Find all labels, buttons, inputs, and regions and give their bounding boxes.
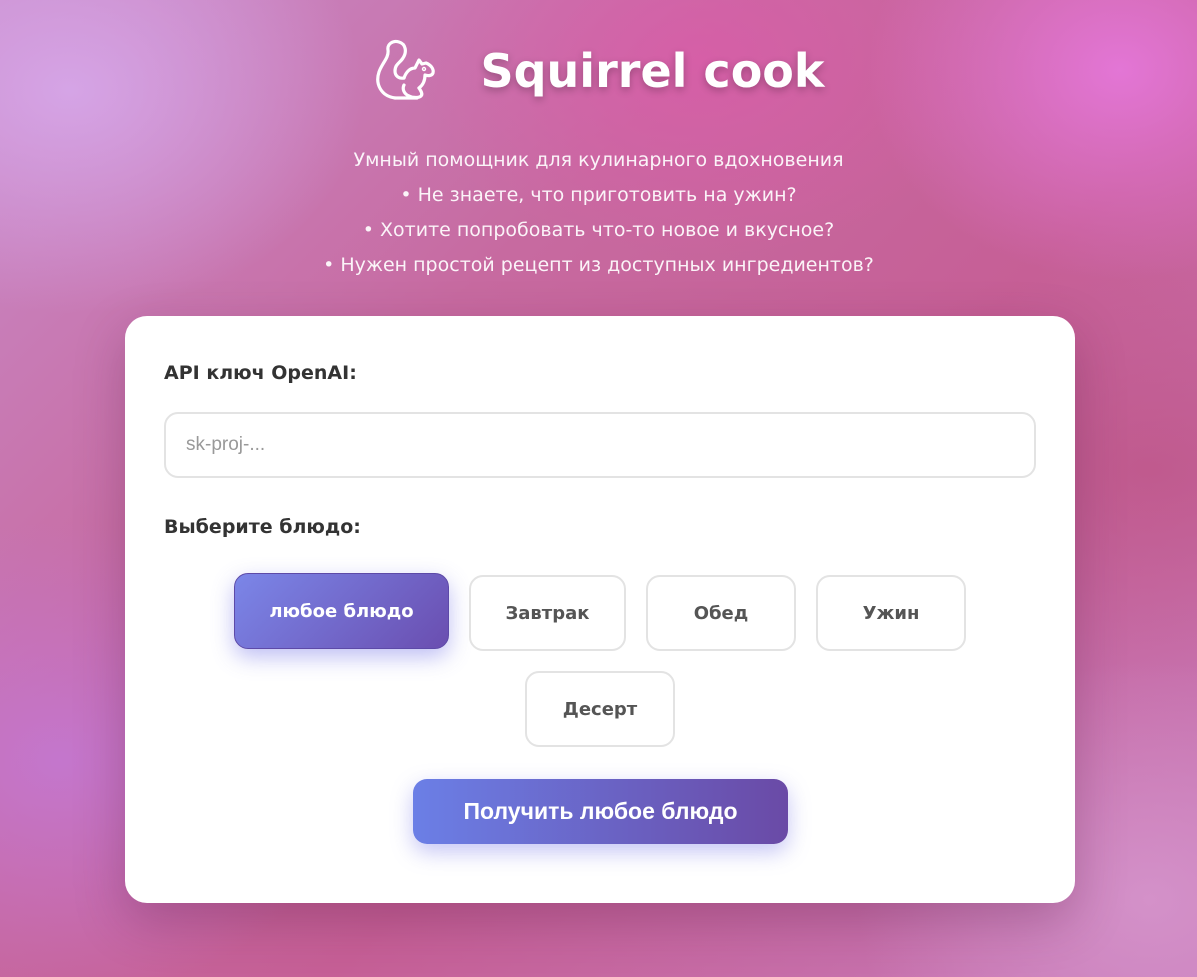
dish-label: Выберите блюдо: <box>164 516 361 538</box>
api-key-input[interactable] <box>164 412 1036 478</box>
dish-option-breakfast[interactable]: Завтрак <box>469 575 626 651</box>
get-dish-button[interactable]: Получить любое блюдо <box>413 779 788 844</box>
intro-line: Умный помощник для кулинарного вдохновен… <box>353 149 844 171</box>
intro-text: Умный помощник для кулинарного вдохновен… <box>0 143 1197 283</box>
squirrel-icon <box>375 39 435 100</box>
api-key-label: API ключ OpenAI: <box>164 362 357 384</box>
intro-line: • Нужен простой рецепт из доступных ингр… <box>323 254 874 276</box>
intro-line: • Не знаете, что приготовить на ужин? <box>400 184 797 206</box>
app-title: Squirrel cook <box>480 44 825 98</box>
dish-option-dinner[interactable]: Ужин <box>816 575 966 651</box>
dish-option-lunch[interactable]: Обед <box>646 575 796 651</box>
form-card: API ключ OpenAI: Выберите блюдо: любое б… <box>125 316 1075 903</box>
dish-option-dessert[interactable]: Десерт <box>525 671 675 747</box>
header: Squirrel cook <box>0 38 1197 104</box>
intro-line: • Хотите попробовать что-то новое и вкус… <box>362 219 835 241</box>
dish-option-any[interactable]: любое блюдо <box>234 573 449 649</box>
